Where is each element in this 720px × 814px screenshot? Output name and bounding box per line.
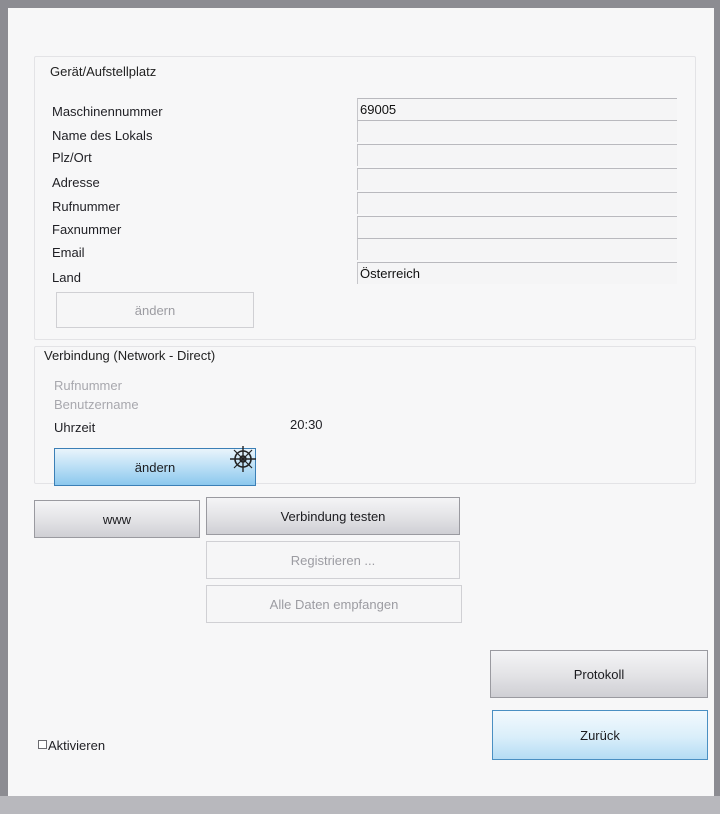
receive-all-data-button[interactable]: Alle Daten empfangen (206, 585, 462, 623)
value-email[interactable] (357, 238, 677, 260)
label-adresse: Adresse (52, 175, 100, 190)
connection-change-button[interactable]: ändern (54, 448, 256, 486)
label-benutzername: Benutzername (54, 397, 139, 412)
label-name-des-lokals: Name des Lokals (52, 128, 153, 143)
label-email: Email (52, 245, 85, 260)
label-plz-ort: Plz/Ort (52, 150, 92, 165)
register-button[interactable]: Registrieren ... (206, 541, 460, 579)
value-rufnummer[interactable] (357, 192, 677, 214)
protocol-button[interactable]: Protokoll (490, 650, 708, 698)
value-land[interactable]: Österreich (357, 262, 677, 284)
connection-group-title: Verbindung (Network - Direct) (44, 348, 216, 363)
label-land: Land (52, 270, 81, 285)
label-connection-rufnummer: Rufnummer (54, 378, 122, 393)
value-maschinennummer[interactable]: 69005 (357, 98, 677, 120)
test-connection-button[interactable]: Verbindung testen (206, 497, 460, 535)
device-group-title: Gerät/Aufstellplatz (50, 64, 157, 79)
screen-bezel (0, 796, 720, 814)
value-plz-ort[interactable] (357, 144, 677, 166)
activate-checkbox[interactable] (38, 740, 47, 749)
label-maschinennummer: Maschinennummer (52, 104, 163, 119)
label-faxnummer: Faxnummer (52, 222, 122, 237)
www-button[interactable]: www (34, 500, 200, 538)
label-uhrzeit: Uhrzeit (54, 420, 96, 435)
back-button[interactable]: Zurück (492, 710, 708, 760)
device-change-button[interactable]: ändern (56, 292, 254, 328)
value-faxnummer[interactable] (357, 216, 677, 238)
activate-label[interactable]: Aktivieren (48, 738, 105, 753)
crosshair-wheel-icon (230, 446, 256, 472)
value-adresse[interactable] (357, 168, 677, 190)
label-rufnummer: Rufnummer (52, 199, 120, 214)
value-uhrzeit: 20:30 (290, 417, 323, 432)
value-name-des-lokals[interactable] (357, 120, 677, 142)
